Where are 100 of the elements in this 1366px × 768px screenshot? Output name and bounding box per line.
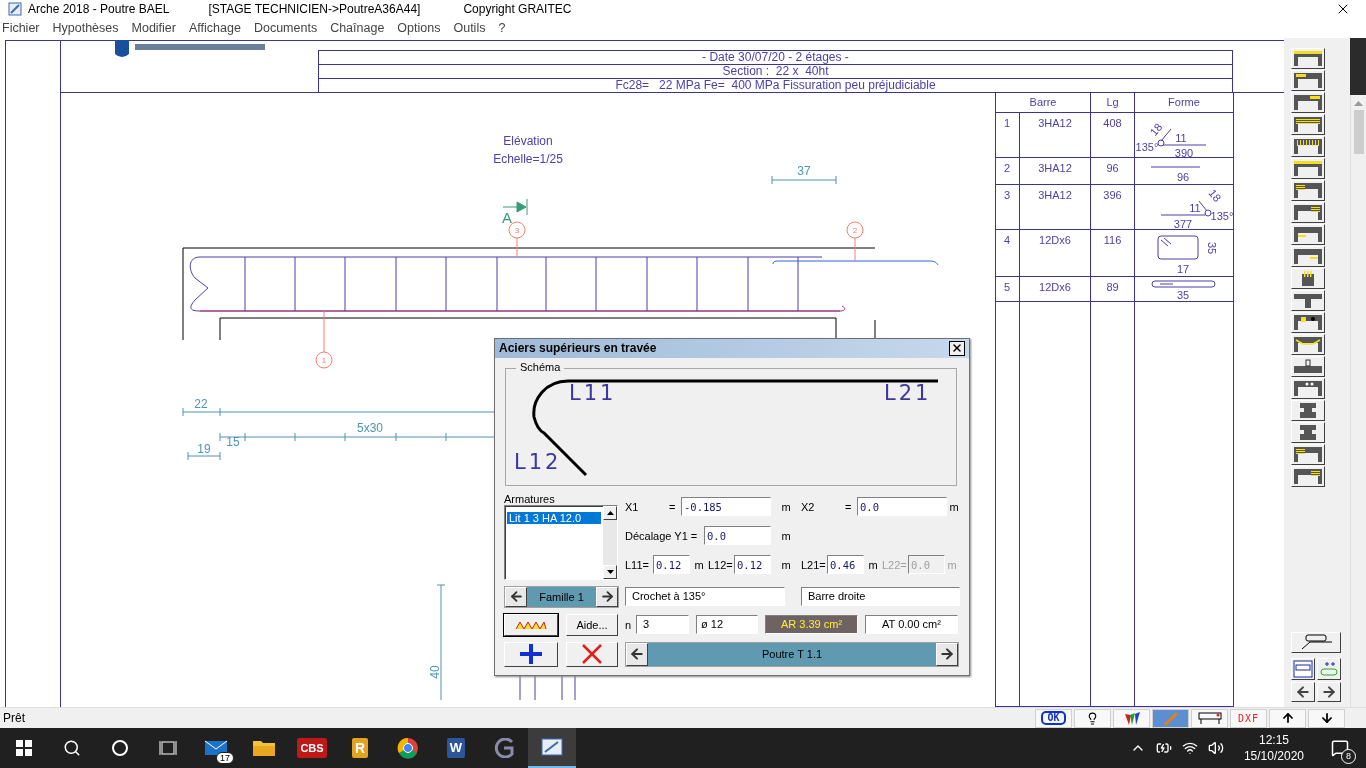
notification-button[interactable]: 8 [1324, 731, 1356, 765]
previous-button[interactable] [626, 642, 648, 666]
taskbar-app-button[interactable]: W [432, 728, 480, 768]
beam-tool-button[interactable] [1291, 91, 1325, 113]
beam-tool-button[interactable] [1291, 245, 1325, 267]
table-cell: 96 [1091, 157, 1135, 185]
status-tool-button[interactable] [1074, 708, 1111, 728]
message-icon [1331, 739, 1349, 757]
menu-item[interactable]: Outils [453, 20, 486, 35]
unit-label: m [780, 529, 792, 542]
next-button[interactable] [936, 642, 958, 666]
menu-item[interactable]: Chaînage [330, 20, 385, 35]
status-tool-button[interactable] [1308, 708, 1345, 728]
marker-bubble [508, 221, 526, 258]
battery-icon[interactable] [1155, 740, 1172, 756]
tool-button[interactable] [1317, 657, 1341, 680]
status-tool-button[interactable] [1113, 708, 1150, 728]
beam-tool-button[interactable] [1291, 223, 1325, 245]
input-field[interactable]: 0.12 [653, 555, 690, 575]
drawing-label: Elévation [503, 133, 553, 148]
beam-tool-button[interactable] [1291, 333, 1325, 355]
taskbar-app-button[interactable] [528, 728, 576, 768]
input-field[interactable]: 0.46 [827, 555, 864, 575]
header-line: Fc28= 22 MPa Fe= 400 MPa Fissuration peu préjudiciable [319, 77, 1232, 92]
circle-icon [111, 739, 129, 757]
scrollbar[interactable] [1350, 94, 1366, 707]
next-button[interactable] [596, 586, 618, 607]
schema-button[interactable] [504, 613, 558, 636]
menu-item[interactable]: Options [397, 20, 441, 35]
taskbar-app-button[interactable]: CBS [288, 728, 336, 768]
area-field: AT 0.00 cm² [865, 615, 958, 635]
menu-item[interactable]: ? [498, 20, 506, 35]
beam-tool-button[interactable] [1291, 443, 1325, 465]
unit-label: m [946, 558, 958, 571]
table-cell: 3HA12 [1020, 184, 1091, 230]
input-field[interactable]: 0.12 [734, 555, 771, 575]
beam-tool-button[interactable] [1291, 113, 1325, 135]
table-cell: 408 [1091, 112, 1135, 158]
taskbar-app-button[interactable]: 17 [192, 728, 240, 768]
beam-tool-button[interactable] [1291, 355, 1325, 377]
tool-button[interactable] [1291, 681, 1315, 702]
previous-button[interactable] [505, 586, 527, 607]
menu-item[interactable]: Documents [253, 20, 318, 35]
menu-item[interactable]: Affichage [189, 20, 241, 35]
input-field[interactable]: 0.0 [704, 526, 771, 546]
menu-item[interactable]: Modifier [131, 20, 176, 35]
beam-tool-button[interactable] [1291, 421, 1325, 443]
input-field[interactable]: 0.0 [857, 497, 947, 517]
family-label: Famille 1 [527, 586, 596, 607]
beam-tool-button[interactable] [1291, 289, 1325, 311]
beam-tool-button[interactable] [1291, 267, 1325, 289]
bulb-icon [1086, 711, 1099, 725]
wifi-icon[interactable] [1181, 740, 1198, 756]
app-logo: R [351, 738, 369, 758]
status-tool-button[interactable] [1269, 708, 1306, 728]
beam-tool-button[interactable] [1291, 399, 1325, 421]
menu-item[interactable]: Hypothèses [52, 20, 119, 35]
column-header: Lg [1091, 91, 1135, 113]
beam-tool-button[interactable] [1291, 69, 1325, 91]
menu-item[interactable]: Fichier [2, 20, 40, 35]
status-tool-button[interactable]: OK [1035, 708, 1072, 728]
tool-button[interactable] [1291, 631, 1341, 653]
beam-tool-button[interactable] [1291, 157, 1325, 179]
beam-tool-button[interactable] [1291, 179, 1325, 201]
field-label: L11= [625, 558, 650, 571]
table-cell: 396 [1091, 184, 1135, 230]
beam-tool-button[interactable] [1291, 377, 1325, 399]
project-name: [STAGE TECHNICIEN->PoutreA36A44] [208, 2, 421, 16]
scroll-up-button[interactable] [603, 505, 617, 520]
status-text: Prêt [3, 711, 25, 725]
add-button[interactable] [504, 641, 558, 667]
field-label: X1 [625, 500, 640, 513]
schema-label: L11 [569, 380, 617, 405]
status-tool-button[interactable]: DXF [1230, 708, 1267, 728]
table-cell: 4 [996, 229, 1020, 277]
list-item[interactable]: Lit 1 3 HA 12.0 [507, 511, 601, 524]
app-window-icon [541, 737, 563, 757]
tool-button[interactable] [1317, 681, 1341, 702]
marker-label: 2 [852, 225, 858, 235]
input-field[interactable]: -0.185 [681, 497, 771, 517]
help-button[interactable]: Aide... [566, 613, 618, 636]
scroll-thumb[interactable] [1353, 109, 1364, 154]
beam-tool-button[interactable] [1291, 465, 1325, 487]
form-icon [1293, 659, 1313, 678]
table-cell: 2 [996, 157, 1020, 185]
delete-button[interactable] [566, 641, 618, 667]
volume-icon[interactable] [1207, 740, 1224, 756]
close-button[interactable] [949, 340, 965, 356]
right-arrow-icon [599, 589, 615, 605]
tool-button[interactable] [1291, 657, 1315, 680]
up-arrow-icon [1280, 711, 1295, 725]
copyright-text: Copyright GRAITEC [463, 2, 572, 16]
notification-count: 8 [1341, 749, 1356, 764]
clock[interactable]: 12:15 15/10/2020 [1243, 732, 1304, 764]
beam-tool-button[interactable] [1291, 135, 1325, 157]
table-cell: 5 [996, 276, 1020, 302]
beam-tool-button[interactable] [1291, 311, 1325, 333]
scroll-down-button[interactable] [603, 564, 617, 579]
beam-tool-button[interactable] [1291, 201, 1325, 223]
beam-tool-button[interactable] [1291, 47, 1325, 69]
